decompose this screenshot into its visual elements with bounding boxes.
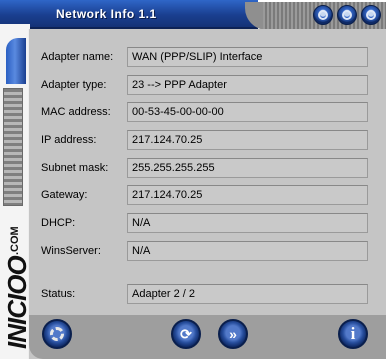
mac-address-field[interactable]: 00-53-45-00-00-00 xyxy=(127,102,368,122)
brand-logo: INICIOO xyxy=(2,256,32,349)
minimize-button[interactable] xyxy=(313,5,333,25)
title-bar-blue[interactable]: Network Info 1.1 xyxy=(0,0,258,29)
bottom-toolbar: ⟳ » i xyxy=(29,315,386,359)
field-label: IP address: xyxy=(41,134,97,146)
field-label: Adapter name: xyxy=(41,51,114,63)
status-field[interactable]: Adapter 2 / 2 xyxy=(127,284,368,304)
refresh-button[interactable]: ⟳ xyxy=(171,319,201,349)
field-label: Subnet mask: xyxy=(41,162,109,174)
status-label: Status: xyxy=(41,288,76,300)
field-label: Adapter type: xyxy=(41,79,107,91)
gear-icon xyxy=(50,327,64,341)
minimize-icon xyxy=(318,10,328,20)
field-label: MAC address: xyxy=(41,106,111,118)
left-frame: .COM INICIOO xyxy=(0,24,32,359)
next-adapter-button[interactable]: » xyxy=(218,319,248,349)
frame-pipe xyxy=(6,38,26,84)
maximize-button[interactable] xyxy=(337,5,357,25)
close-icon xyxy=(366,10,376,20)
network-info-window: Network Info 1.1 .COM INICIOO Adapter na… xyxy=(0,0,386,359)
info-panel: Adapter name: WAN (PPP/SLIP) Interface A… xyxy=(28,29,386,359)
info-icon: i xyxy=(350,324,356,343)
adapter-type-field[interactable]: 23 --> PPP Adapter xyxy=(127,75,368,95)
settings-button[interactable] xyxy=(42,319,72,349)
dhcp-field[interactable]: N/A xyxy=(127,213,368,233)
title-bar[interactable]: Network Info 1.1 xyxy=(0,0,386,30)
maximize-icon xyxy=(342,10,352,20)
frame-grill xyxy=(3,88,23,206)
gateway-field[interactable]: 217.124.70.25 xyxy=(127,185,368,205)
field-label: WinsServer: xyxy=(41,245,101,257)
adapter-name-field[interactable]: WAN (PPP/SLIP) Interface xyxy=(127,47,368,67)
subnet-mask-field[interactable]: 255.255.255.255 xyxy=(127,158,368,178)
info-button[interactable]: i xyxy=(338,319,368,349)
window-title: Network Info 1.1 xyxy=(56,7,157,21)
next-icon: » xyxy=(229,326,237,342)
refresh-icon: ⟳ xyxy=(180,325,192,342)
ip-address-field[interactable]: 217.124.70.25 xyxy=(127,130,368,150)
field-label: Gateway: xyxy=(41,189,88,201)
close-button[interactable] xyxy=(361,5,381,25)
wins-server-field[interactable]: N/A xyxy=(127,241,368,261)
field-label: DHCP: xyxy=(41,217,76,229)
